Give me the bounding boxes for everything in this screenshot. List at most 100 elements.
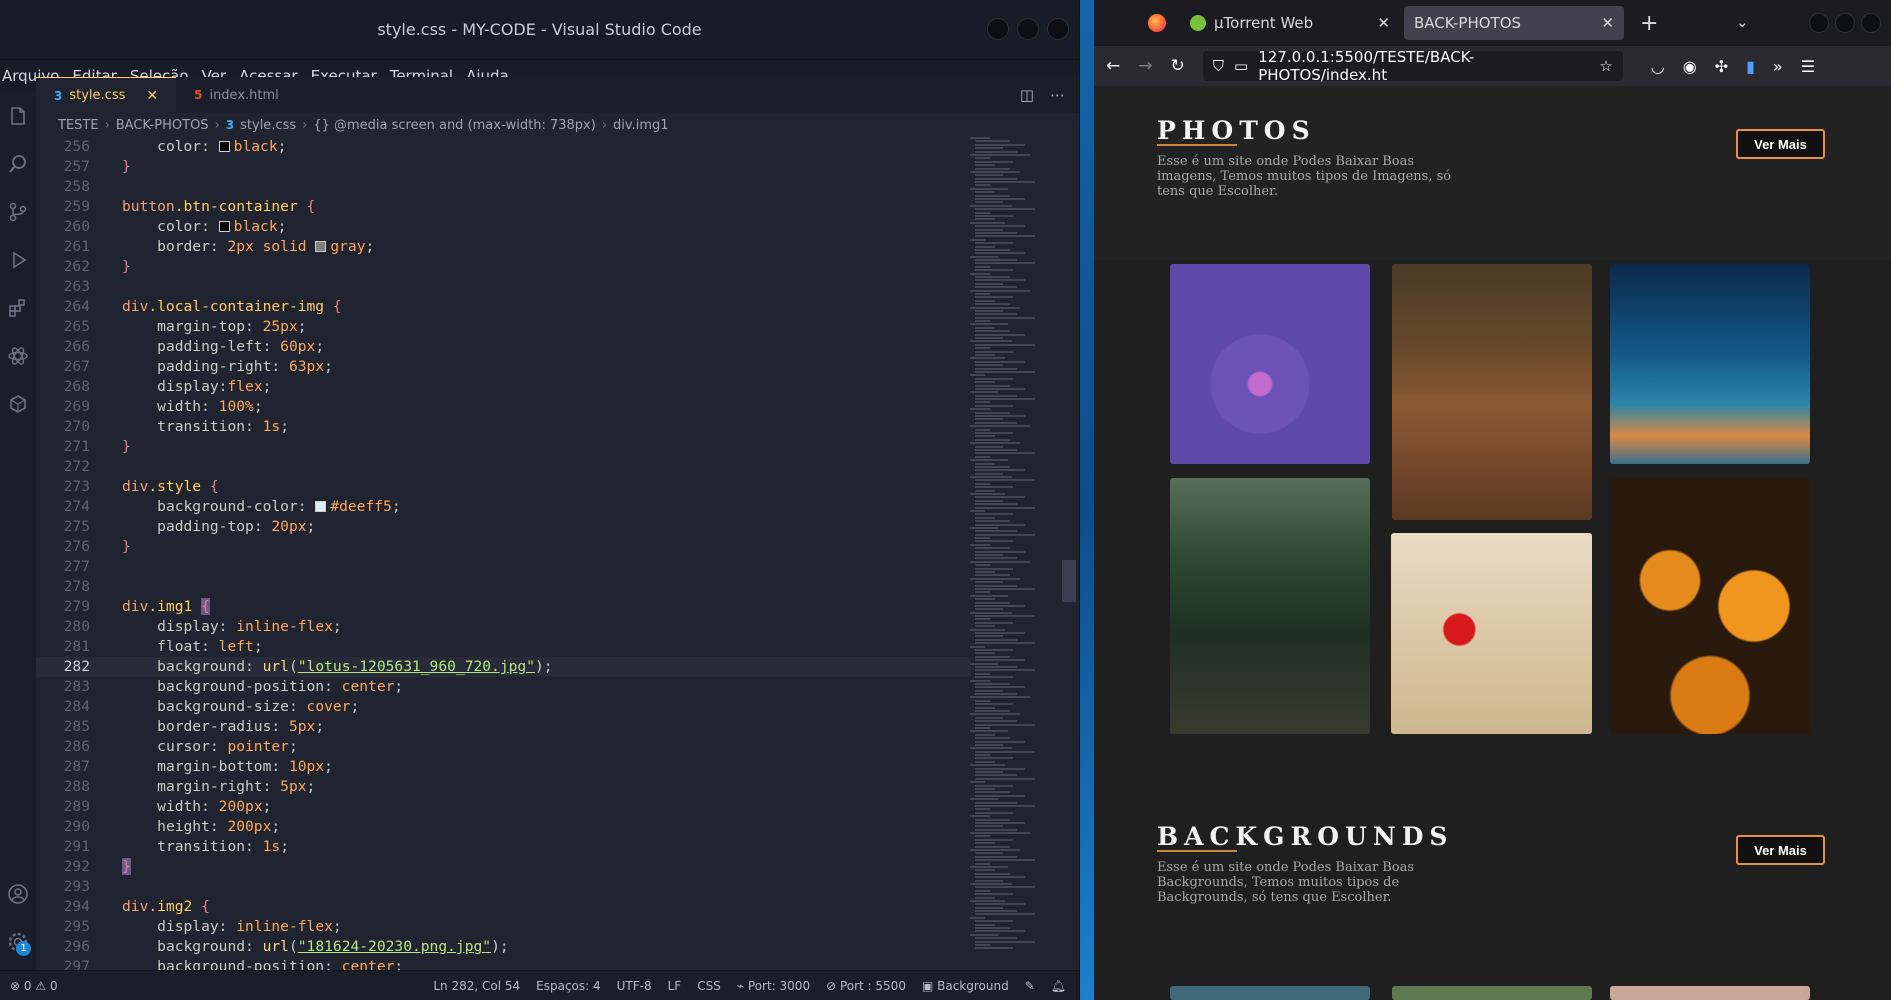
settings-gear-icon[interactable]: 1	[0, 918, 36, 966]
code-line[interactable]: 285 border-radius: 5px;	[36, 717, 971, 737]
more-actions-icon[interactable]: ⋯	[1050, 86, 1065, 104]
background-thumb[interactable]	[1610, 986, 1810, 1000]
background-thumb[interactable]	[1170, 986, 1370, 1000]
code-line[interactable]: 286 cursor: pointer;	[36, 737, 971, 757]
firefox-menu[interactable]	[1098, 6, 1176, 40]
close-button[interactable]	[1047, 18, 1069, 40]
url-text[interactable]: 127.0.0.1:5500/TESTE/BACK-PHOTOS/index.h…	[1258, 48, 1589, 84]
code-line[interactable]: 294 div.img2 {	[36, 897, 971, 917]
close-button[interactable]	[1861, 13, 1881, 33]
code-line[interactable]: 281 float: left;	[36, 637, 971, 657]
code-line[interactable]: 276}	[36, 537, 971, 557]
encoding[interactable]: UTF-8	[617, 979, 652, 993]
react-icon[interactable]	[0, 332, 36, 380]
chevron-down-icon[interactable]: ⌄	[1736, 13, 1749, 31]
language-mode[interactable]: CSS	[697, 979, 721, 993]
code-line[interactable]: 292}	[36, 857, 971, 877]
code-line[interactable]: 262}	[36, 257, 971, 277]
code-line[interactable]: 295 display: inline-flex;	[36, 917, 971, 937]
code-line[interactable]: 269 width: 100%;	[36, 397, 971, 417]
back-icon[interactable]: ←	[1106, 56, 1120, 76]
backgrounds-ver-mais-button[interactable]: Ver Mais	[1736, 835, 1825, 865]
feedback-icon[interactable]: ✎	[1025, 979, 1035, 993]
extension-icon[interactable]: ▮	[1746, 57, 1755, 76]
cursor-position[interactable]: Ln 282, Col 54	[433, 979, 520, 993]
tab-back-photos[interactable]: BACK-PHOTOS ✕	[1404, 6, 1624, 40]
overflow-menu-icon[interactable]: »	[1773, 57, 1783, 76]
minimize-button[interactable]	[1809, 13, 1829, 33]
code-line[interactable]: 256 color: black;	[36, 137, 971, 157]
background-extension[interactable]: ▣ Background	[922, 979, 1009, 993]
background-thumb[interactable]	[1392, 986, 1592, 1000]
code-line[interactable]: 263	[36, 277, 971, 297]
account-icon[interactable]: ◉	[1683, 57, 1697, 76]
port-3000[interactable]: ⌁ Port: 3000	[737, 979, 810, 993]
extensions-icon[interactable]	[0, 284, 36, 332]
maximize-button[interactable]	[1017, 18, 1039, 40]
code-line[interactable]: 283 background-position: center;	[36, 677, 971, 697]
photo-orange-flowers[interactable]	[1610, 478, 1810, 734]
reload-icon[interactable]: ↻	[1171, 56, 1185, 76]
tab-style-css[interactable]: 3 style.css ✕	[36, 77, 177, 113]
code-line[interactable]: 296 background: url("181624-20230.png.jp…	[36, 937, 971, 957]
pocket-icon[interactable]: ◡	[1651, 57, 1665, 76]
photo-bridge[interactable]	[1170, 478, 1370, 734]
code-line[interactable]: 265 margin-top: 25px;	[36, 317, 971, 337]
breadcrumb-item[interactable]: {} @media screen and (max-width: 738px)	[313, 118, 596, 133]
code-line[interactable]: 257}	[36, 157, 971, 177]
scrollbar[interactable]	[1062, 560, 1076, 602]
minimap[interactable]	[970, 137, 1050, 973]
close-icon[interactable]: ✕	[1601, 14, 1614, 32]
split-editor-icon[interactable]: ◫	[1020, 86, 1034, 104]
bell-icon[interactable]: 🔔︎	[1051, 979, 1066, 993]
code-line[interactable]: 293	[36, 877, 971, 897]
indentation[interactable]: Espaços: 4	[536, 979, 601, 993]
code-line[interactable]: 282 background: url("lotus-1205631_960_7…	[36, 657, 971, 677]
code-line[interactable]: 261 border: 2px solid gray;	[36, 237, 971, 257]
breadcrumb-item[interactable]: TESTE	[58, 118, 99, 133]
code-line[interactable]: 279 div.img1 {	[36, 597, 971, 617]
code-line[interactable]: 272	[36, 457, 971, 477]
code-line[interactable]: 268 display:flex;	[36, 377, 971, 397]
source-control-icon[interactable]	[0, 188, 36, 236]
code-line[interactable]: 288 margin-right: 5px;	[36, 777, 971, 797]
code-line[interactable]: 270 transition: 1s;	[36, 417, 971, 437]
code-line[interactable]: 284 background-size: cover;	[36, 697, 971, 717]
photos-ver-mais-button[interactable]: Ver Mais	[1736, 129, 1825, 159]
explorer-icon[interactable]	[0, 92, 36, 140]
bookmark-star-icon[interactable]: ☆	[1599, 57, 1612, 75]
code-line[interactable]: 259 button.btn-container {	[36, 197, 971, 217]
photo-sky[interactable]	[1610, 264, 1810, 464]
code-line[interactable]: 264 div.local-container-img {	[36, 297, 971, 317]
problems-indicator[interactable]: ⊗ 0 ⚠ 0	[0, 979, 58, 993]
forward-icon[interactable]: →	[1138, 56, 1152, 76]
code-line[interactable]: 274 background-color: #deeff5;	[36, 497, 971, 517]
close-icon[interactable]: ✕	[1377, 14, 1390, 32]
end-of-line[interactable]: LF	[668, 979, 682, 993]
tab-index-html[interactable]: 5 index.html	[176, 77, 297, 113]
code-line[interactable]: 290 height: 200px;	[36, 817, 971, 837]
breadcrumb-item[interactable]: div.img1	[613, 118, 668, 133]
code-line[interactable]: 289 width: 200px;	[36, 797, 971, 817]
code-line[interactable]: 266 padding-left: 60px;	[36, 337, 971, 357]
extensions-icon[interactable]: ✣	[1715, 57, 1728, 76]
url-bar[interactable]: ⛉ ▭ 127.0.0.1:5500/TESTE/BACK-PHOTOS/ind…	[1202, 48, 1623, 84]
photo-lotus[interactable]	[1170, 264, 1370, 464]
port-5500[interactable]: ⊘ Port : 5500	[826, 979, 906, 993]
photo-forest-path[interactable]	[1392, 264, 1592, 520]
code-line[interactable]: 287 margin-bottom: 10px;	[36, 757, 971, 777]
code-line[interactable]: 278	[36, 577, 971, 597]
docker-icon[interactable]	[0, 380, 36, 428]
new-tab-icon[interactable]: +	[1640, 11, 1658, 36]
hamburger-menu-icon[interactable]: ☰	[1801, 57, 1815, 76]
breadcrumb-item[interactable]: style.css	[240, 118, 296, 133]
code-line[interactable]: 280 display: inline-flex;	[36, 617, 971, 637]
code-line[interactable]: 273 div.style {	[36, 477, 971, 497]
maximize-button[interactable]	[1835, 13, 1855, 33]
code-line[interactable]: 267 padding-right: 63px;	[36, 357, 971, 377]
search-icon[interactable]	[0, 140, 36, 188]
account-icon[interactable]	[0, 870, 36, 918]
close-icon[interactable]: ✕	[146, 88, 158, 104]
code-line[interactable]: 277	[36, 557, 971, 577]
code-line[interactable]: 260 color: black;	[36, 217, 971, 237]
